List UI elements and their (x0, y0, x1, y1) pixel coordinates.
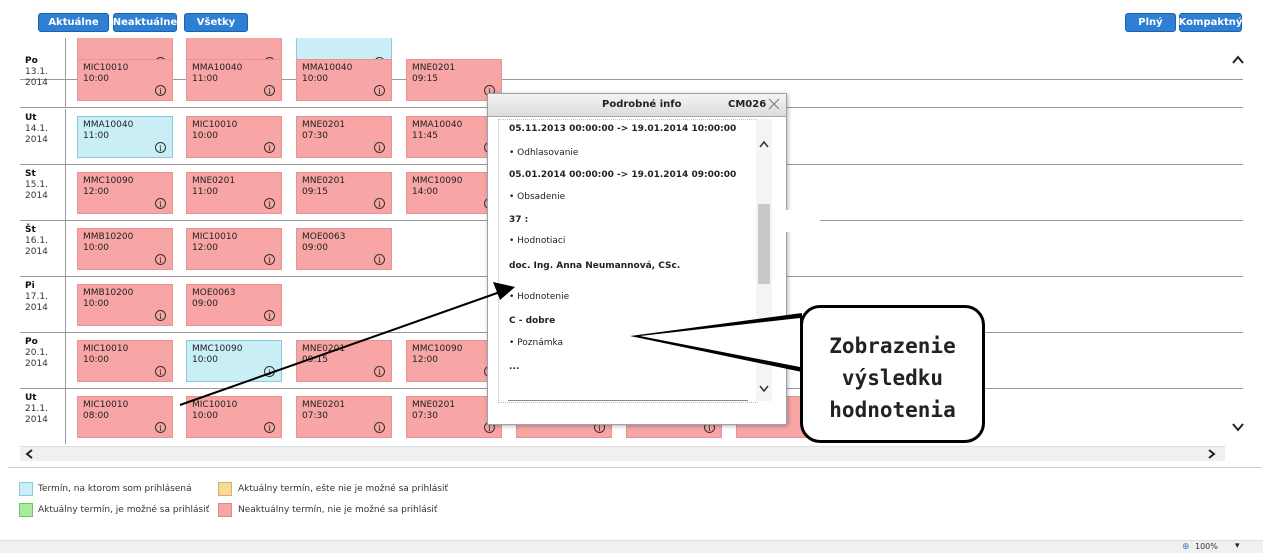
legend-label-registered: Termín, na ktorom som prihlásená (38, 484, 192, 494)
zoom-dropdown-icon[interactable]: ▾ (1235, 541, 1240, 551)
callout-line: Zobrazenie (829, 334, 956, 358)
status-bar: ⊕ 100% ▾ (0, 540, 1263, 553)
legend-swatch-open (19, 503, 33, 517)
callout-line: hodnotenia (829, 398, 956, 422)
legend-swatch-registered (19, 482, 33, 496)
legend-label-upcoming: Aktuálny termín, ešte nie je možné sa pr… (238, 484, 448, 494)
legend-label-open: Aktuálny termín, je možné sa prihlásiť (38, 505, 210, 515)
zoom-level[interactable]: 100% (1195, 542, 1218, 551)
callout-box: Zobrazenie výsledku hodnotenia (800, 305, 985, 443)
legend-swatch-upcoming (218, 482, 232, 496)
legend-label-closed: Neaktuálny termín, nie je možné sa prihl… (238, 505, 438, 515)
legend-swatch-closed (218, 503, 232, 517)
zoom-icon[interactable]: ⊕ (1182, 542, 1190, 552)
annotation-arrows (179, 282, 802, 406)
callout-line: výsledku (841, 366, 944, 390)
